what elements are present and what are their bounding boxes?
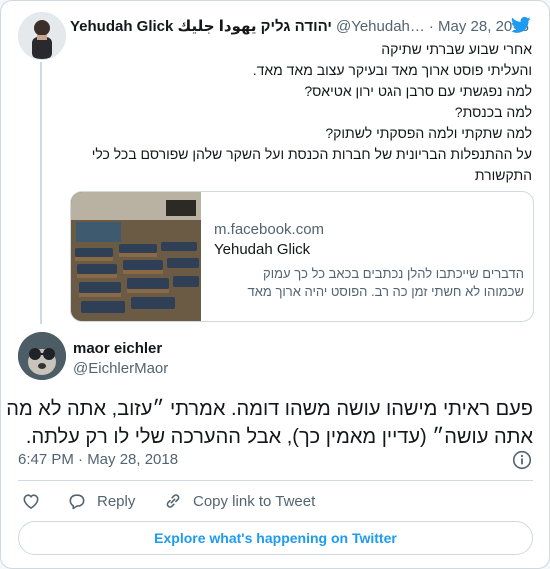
link-preview-title: Yehudah Glick [214, 241, 311, 258]
thread-connector-line [40, 62, 42, 324]
info-icon[interactable] [512, 450, 532, 470]
quoted-author-handle[interactable]: @Yehudah… [336, 18, 425, 35]
reply-button[interactable]: Reply [67, 490, 135, 512]
quoted-tweet-line: והעליתי פוסט ארוך מאד ובעיקר עצוב מאד מא… [252, 62, 532, 78]
heart-icon [23, 494, 39, 510]
main-author-handle[interactable]: @EichlerMaor [73, 360, 168, 377]
actions-divider [18, 480, 533, 481]
copy-link-label: Copy link to Tweet [193, 492, 316, 510]
reply-label: Reply [97, 492, 136, 510]
quoted-author-name[interactable]: Yehudah Glick יהודה גליק يهودا جليك [70, 17, 332, 35]
quoted-tweet-line: אחרי שבוע שברתי שתיקה [381, 41, 532, 57]
link-preview-domain: m.facebook.com [214, 221, 325, 238]
tweet-timestamp[interactable]: 6:47 PM · May 28, 2018 [18, 451, 178, 468]
link-icon [166, 494, 180, 508]
main-tweet-line: פעם ראיתי מישהו עושה משהו דומה. אמרתי ״ע… [6, 398, 533, 420]
explore-twitter-button[interactable]: Explore what's happening on Twitter [18, 521, 533, 555]
twitter-bird-icon[interactable] [510, 15, 532, 35]
quoted-tweet-line: למה נפגשתי עם סרבן הגט ירון אטיאס? [304, 83, 532, 99]
main-tweet-line: אתה עושה״ (עדיין מאמין כך), אבל ההערכה ש… [25, 426, 533, 448]
quoted-author-avatar[interactable] [18, 12, 66, 60]
quoted-tweet-line: למה בכנסת? [454, 104, 532, 120]
tweet-embed-card: Yehudah Glick יהודה גליק يهودا جليك @Yeh… [0, 0, 550, 569]
reply-icon [69, 494, 85, 510]
link-preview-description-line: הדברים שייכתבו להלן נכתבים בכאב כל כך עמ… [263, 266, 524, 281]
link-preview-card[interactable]: m.facebook.com Yehudah Glick הדברים שייכ… [70, 191, 534, 322]
quoted-tweet-line: למה שתקתי ולמה הפסקתי לשתוק? [325, 125, 532, 141]
main-author-avatar[interactable] [18, 332, 66, 380]
quoted-tweet-line: על ההתנפלות הבריונית של חברות הכנסת ועל … [91, 146, 532, 162]
link-preview-description-line: שכמוהו לא חשתי זמן כה רב. הפוסט יהיה ארו… [247, 284, 524, 299]
main-author-name[interactable]: maor eichler [73, 340, 162, 357]
link-preview-image [71, 192, 201, 321]
main-tweet-text: פעם ראיתי מישהו עושה משהו דומה. אמרתי ״ע… [6, 395, 533, 451]
quoted-tweet-header: Yehudah Glick יהודה גליק يهودا جليك @Yeh… [70, 15, 540, 37]
like-button[interactable] [21, 490, 51, 512]
quoted-tweet-text: אחרי שבוע שברתי שתיקה והעליתי פוסט ארוך … [70, 39, 532, 186]
copy-link-button[interactable]: Copy link to Tweet [163, 490, 315, 512]
quoted-tweet-line: התקשורת [474, 167, 532, 183]
link-preview-description: הדברים שייכתבו להלן נכתבים בכאב כל כך עמ… [214, 265, 524, 301]
